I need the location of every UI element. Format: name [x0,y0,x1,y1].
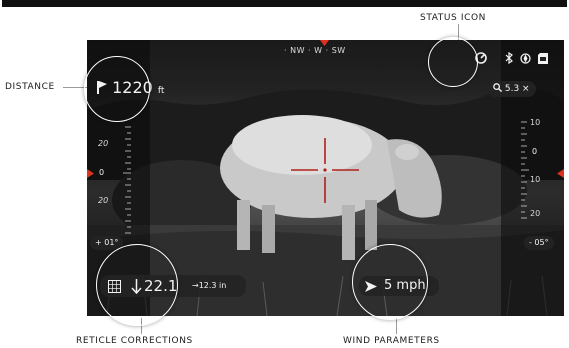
compass-separator: · [284,46,288,55]
left-scale-label-zero: 0 [99,168,105,177]
distance-highlight [84,56,150,122]
compass-left: NW [290,46,305,55]
wind-leader-line [396,318,397,334]
right-scale-label-20: 20 [530,209,541,218]
right-scale-label-10: 10 [530,118,541,127]
status-icon-highlight [428,37,478,87]
magnifier-icon [493,83,503,93]
status-icon-bar [475,48,555,66]
compass-separator: · [325,46,329,55]
reticle-corrections-callout: RETICLE CORRECTIONS [76,336,193,346]
wind-highlight [352,244,428,320]
left-scale-label-bottom: 20 [98,196,109,205]
right-scale-pointer-icon [557,169,564,178]
compass-right: SW [331,46,346,55]
compass-pointer-icon [320,40,329,46]
status-icon-callout: STATUS ICON [420,13,486,23]
reticle-correction-secondary: →12.3 in [192,281,227,290]
right-scale-label-10b: 10 [530,175,541,184]
compass-sensor-icon [520,53,531,64]
top-border [2,0,567,7]
distance-unit: ft [157,86,165,96]
wind-parameters-callout: WIND PARAMETERS [343,336,440,346]
left-scale-pointer-icon [87,169,94,178]
roll-readout: - 05° [524,236,554,250]
right-scale-label-zero: 0 [532,147,538,156]
left-scale-label-top: 20 [98,139,109,148]
compass-center: W [314,46,323,55]
compass-separator: · [308,46,312,55]
left-scale-ticks [123,126,131,234]
reticle-highlight [96,244,178,326]
distance-callout: DISTANCE [5,82,55,92]
zoom-value: 5.3 × [504,84,530,94]
zoom-readout: 5.3 × [487,81,536,97]
compass-heading: · NW · W · SW [284,46,346,55]
sd-card-icon [538,53,548,64]
bluetooth-icon [505,52,513,64]
